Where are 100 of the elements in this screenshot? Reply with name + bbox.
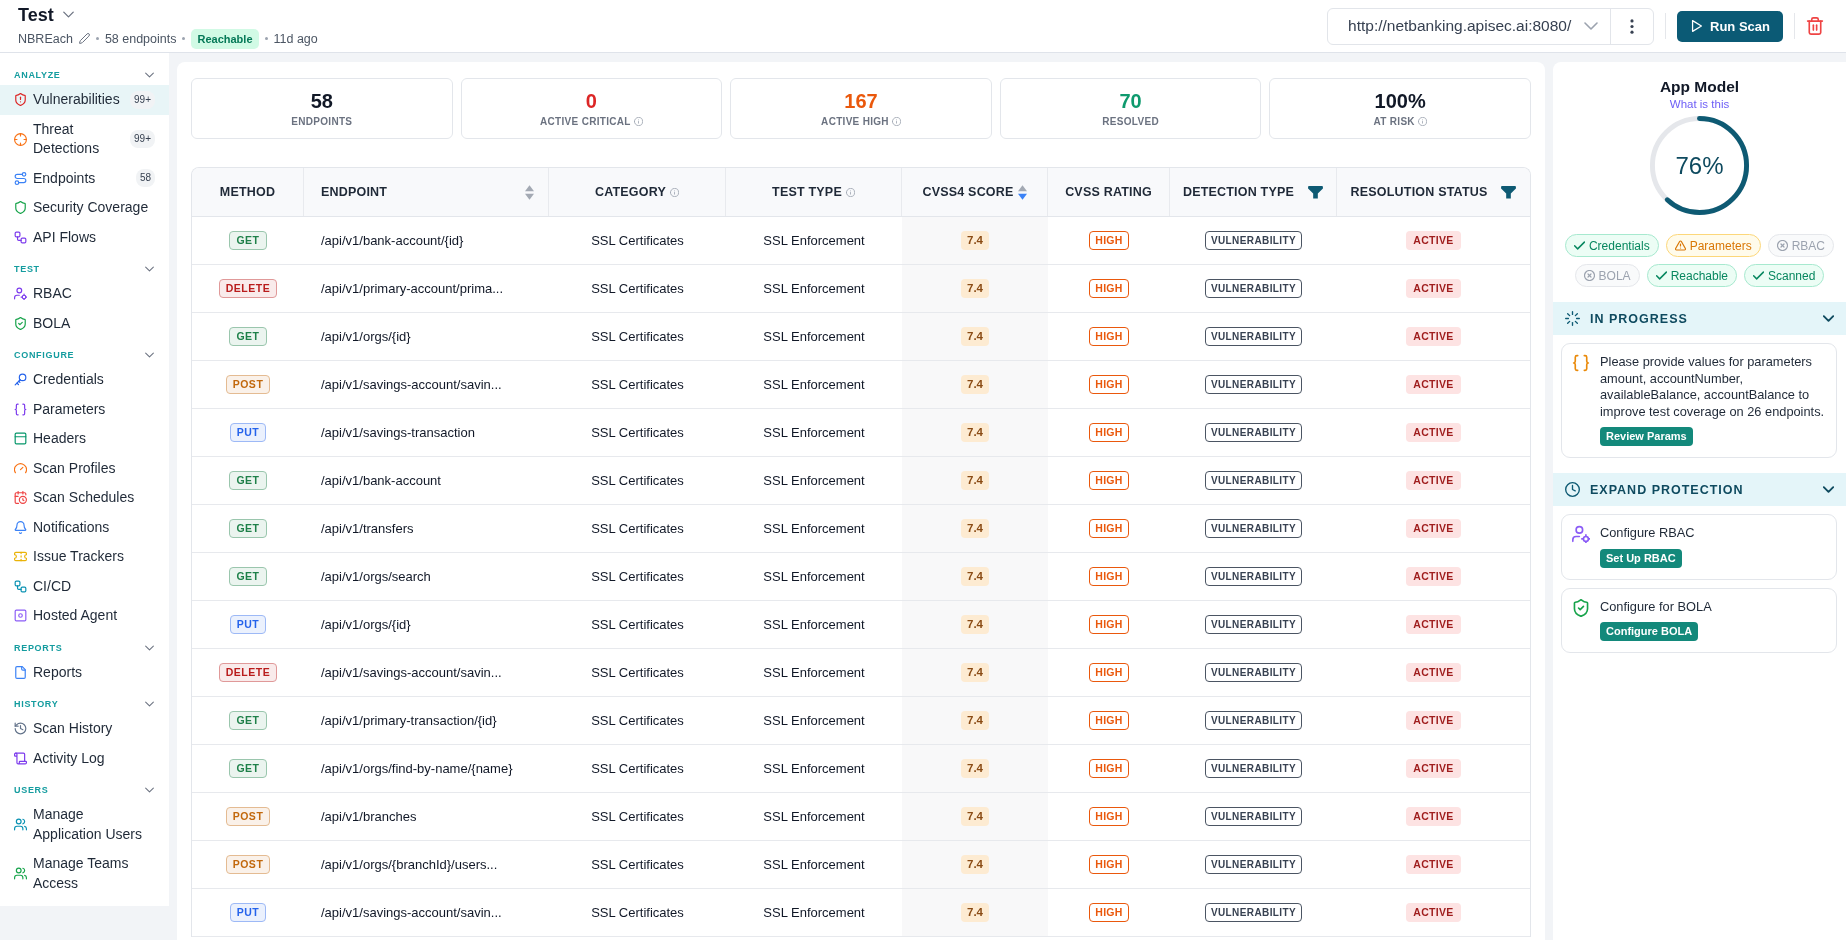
score-badge: 7.4 (961, 231, 989, 250)
sidebar-item[interactable]: Hosted Agent (0, 601, 169, 631)
sidebar-item[interactable]: Security Coverage (0, 193, 169, 223)
sidebar-item[interactable]: Vulnerabilities 99+ (0, 85, 169, 115)
score-badge: 7.4 (961, 279, 989, 298)
resolution-status-badge: ACTIVE (1406, 423, 1461, 442)
sidebar-item[interactable]: BOLA (0, 308, 169, 338)
chevron-down-icon (1584, 22, 1599, 30)
category-text: SSL Certificates (591, 569, 684, 584)
sidebar-item[interactable]: Parameters (0, 394, 169, 424)
sidebar-item[interactable]: Scan Schedules (0, 483, 169, 513)
edit-button[interactable] (78, 33, 90, 44)
sidebar-item[interactable]: Issue Trackers (0, 542, 169, 572)
filter-icon[interactable] (1501, 185, 1517, 199)
test-type-text: SSL Enforcement (763, 473, 865, 488)
run-scan-button[interactable]: Run Scan (1677, 10, 1783, 42)
endpoint-path: /api/v1/branches (321, 809, 417, 824)
detection-type-badge: VULNERABILITY (1204, 567, 1303, 586)
category-text: SSL Certificates (591, 281, 684, 296)
sidebar-item[interactable]: CI/CD (0, 571, 169, 601)
sidebar-item[interactable]: RBAC (0, 279, 169, 309)
section-header[interactable]: IN PROGRESS (1553, 302, 1846, 335)
sidebar-item[interactable]: API Flows (0, 222, 169, 252)
test-type-text: SSL Enforcement (763, 809, 865, 824)
method-badge: POST (225, 855, 271, 874)
action-button[interactable]: Set Up RBAC (1600, 548, 1682, 568)
stat-label: AT RISK (1373, 115, 1415, 128)
url-select[interactable]: http://netbanking.apisec.ai:8080/ (1328, 8, 1612, 44)
method-badge: DELETE (218, 279, 278, 298)
detection-type-badge: VULNERABILITY (1204, 807, 1303, 826)
rating-badge: HIGH (1089, 567, 1129, 586)
resolution-status-badge: ACTIVE (1406, 279, 1461, 298)
method-badge: GET (229, 231, 267, 250)
count-badge: 58 (135, 169, 155, 188)
sidebar-item[interactable]: Credentials (0, 365, 169, 395)
test-type-text: SSL Enforcement (763, 665, 865, 680)
category-text: SSL Certificates (591, 905, 684, 920)
detection-type-badge: VULNERABILITY (1204, 279, 1303, 298)
sidebar-item[interactable]: Manage Application Users (0, 800, 169, 849)
resolution-status-badge: ACTIVE (1406, 519, 1461, 538)
sidebar-item[interactable]: Scan Profiles (0, 453, 169, 483)
scroll-icon (14, 751, 27, 765)
sidebar-item[interactable]: Scan History (0, 714, 169, 744)
delete-button[interactable] (1806, 17, 1824, 35)
project-switcher[interactable]: Test (18, 3, 74, 26)
test-type-text: SSL Enforcement (763, 425, 865, 440)
test-type-text: SSL Enforcement (763, 329, 865, 344)
test-type-text: SSL Enforcement (763, 905, 865, 920)
stat-label: ACTIVE HIGH (821, 115, 889, 128)
resolution-status-badge: ACTIVE (1406, 663, 1461, 682)
method-badge: GET (229, 471, 267, 490)
sidebar-item[interactable]: Headers (0, 424, 169, 454)
shield-check-icon (14, 316, 27, 330)
play-icon (1691, 20, 1704, 32)
sort-icon[interactable] (1017, 184, 1027, 200)
last-scan-time: 11d ago (273, 30, 318, 48)
help-link[interactable]: What is this (1669, 97, 1730, 111)
stat-value: 100% (1374, 89, 1426, 112)
detection-type-badge: VULNERABILITY (1204, 903, 1303, 922)
chip-label: Parameters (1689, 238, 1752, 253)
endpoint-path: /api/v1/orgs/search (321, 569, 431, 584)
sidebar-item[interactable]: Notifications (0, 512, 169, 542)
resolution-status-badge: ACTIVE (1406, 327, 1461, 346)
endpoint-path: /api/v1/primary-transaction/{id} (321, 713, 497, 728)
sort-icon[interactable] (525, 184, 534, 200)
sidebar-item[interactable]: Endpoints 58 (0, 163, 169, 193)
column-label: METHOD (219, 185, 276, 199)
category-text: SSL Certificates (591, 425, 684, 440)
score-badge: 7.4 (961, 375, 989, 394)
sidebar-item[interactable]: Activity Log (0, 743, 169, 773)
sidebar-item[interactable]: Manage Teams Access (0, 849, 169, 898)
sidebar-item[interactable]: Reports (0, 657, 169, 687)
check-icon (1573, 240, 1585, 251)
category-text: SSL Certificates (591, 617, 684, 632)
method-badge: GET (229, 567, 267, 586)
rating-badge: HIGH (1089, 759, 1129, 778)
resolution-status-badge: ACTIVE (1406, 375, 1461, 394)
resolution-status-badge: ACTIVE (1406, 567, 1461, 586)
endpoint-count: 58 endpoints (104, 30, 177, 48)
key-icon (14, 373, 27, 387)
action-button[interactable]: Configure BOLA (1600, 622, 1699, 641)
chip-label: RBAC (1791, 238, 1826, 253)
route-icon (14, 171, 27, 185)
rating-badge: HIGH (1089, 711, 1129, 730)
filter-icon[interactable] (1308, 185, 1324, 199)
sidebar-item[interactable]: Threat Detections 99+ (0, 114, 169, 164)
detection-type-badge: VULNERABILITY (1204, 231, 1303, 250)
workflow-icon (14, 230, 27, 244)
action-button[interactable]: Review Params (1600, 427, 1693, 446)
rating-badge: HIGH (1089, 903, 1129, 922)
dot-separator-icon (95, 37, 99, 40)
resolution-status-badge: ACTIVE (1406, 903, 1461, 922)
shield-alert-icon (14, 93, 27, 107)
panel-icon (14, 432, 27, 446)
bell-icon (14, 520, 27, 534)
task-text: Configure for BOLA (1600, 598, 1712, 615)
resolution-status-badge: ACTIVE (1406, 807, 1461, 826)
section-header[interactable]: EXPAND PROTECTION (1553, 473, 1846, 506)
column-label: DETECTION TYPE (1182, 185, 1295, 199)
calendar-clock-icon (14, 491, 27, 505)
